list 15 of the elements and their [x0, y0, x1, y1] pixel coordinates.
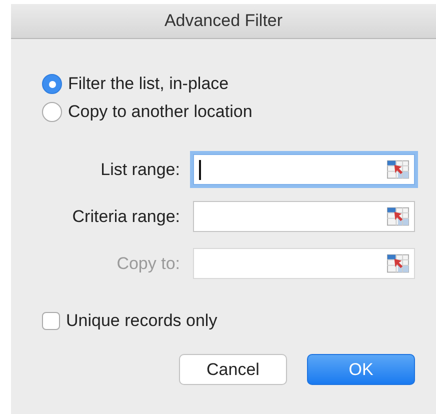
range-picker-icon[interactable]	[387, 160, 409, 179]
radio-option[interactable]: Copy to another location	[42, 102, 252, 122]
field-label: Copy to:	[116, 254, 180, 274]
checkbox-option[interactable]: Unique records only	[42, 311, 218, 331]
range-field[interactable]	[193, 154, 415, 185]
cancel-button[interactable]: Cancel	[179, 354, 287, 385]
radio-button[interactable]	[42, 74, 62, 94]
range-field[interactable]	[193, 201, 415, 232]
field-label: List range:	[100, 160, 180, 180]
range-picker-icon[interactable]	[387, 207, 409, 226]
radio-button[interactable]	[42, 102, 62, 122]
window-title: Advanced Filter	[164, 11, 283, 31]
field-label: Criteria range:	[71, 206, 180, 226]
checkbox[interactable]	[42, 312, 60, 330]
radio-option[interactable]: Filter the list, in-place	[42, 74, 229, 94]
